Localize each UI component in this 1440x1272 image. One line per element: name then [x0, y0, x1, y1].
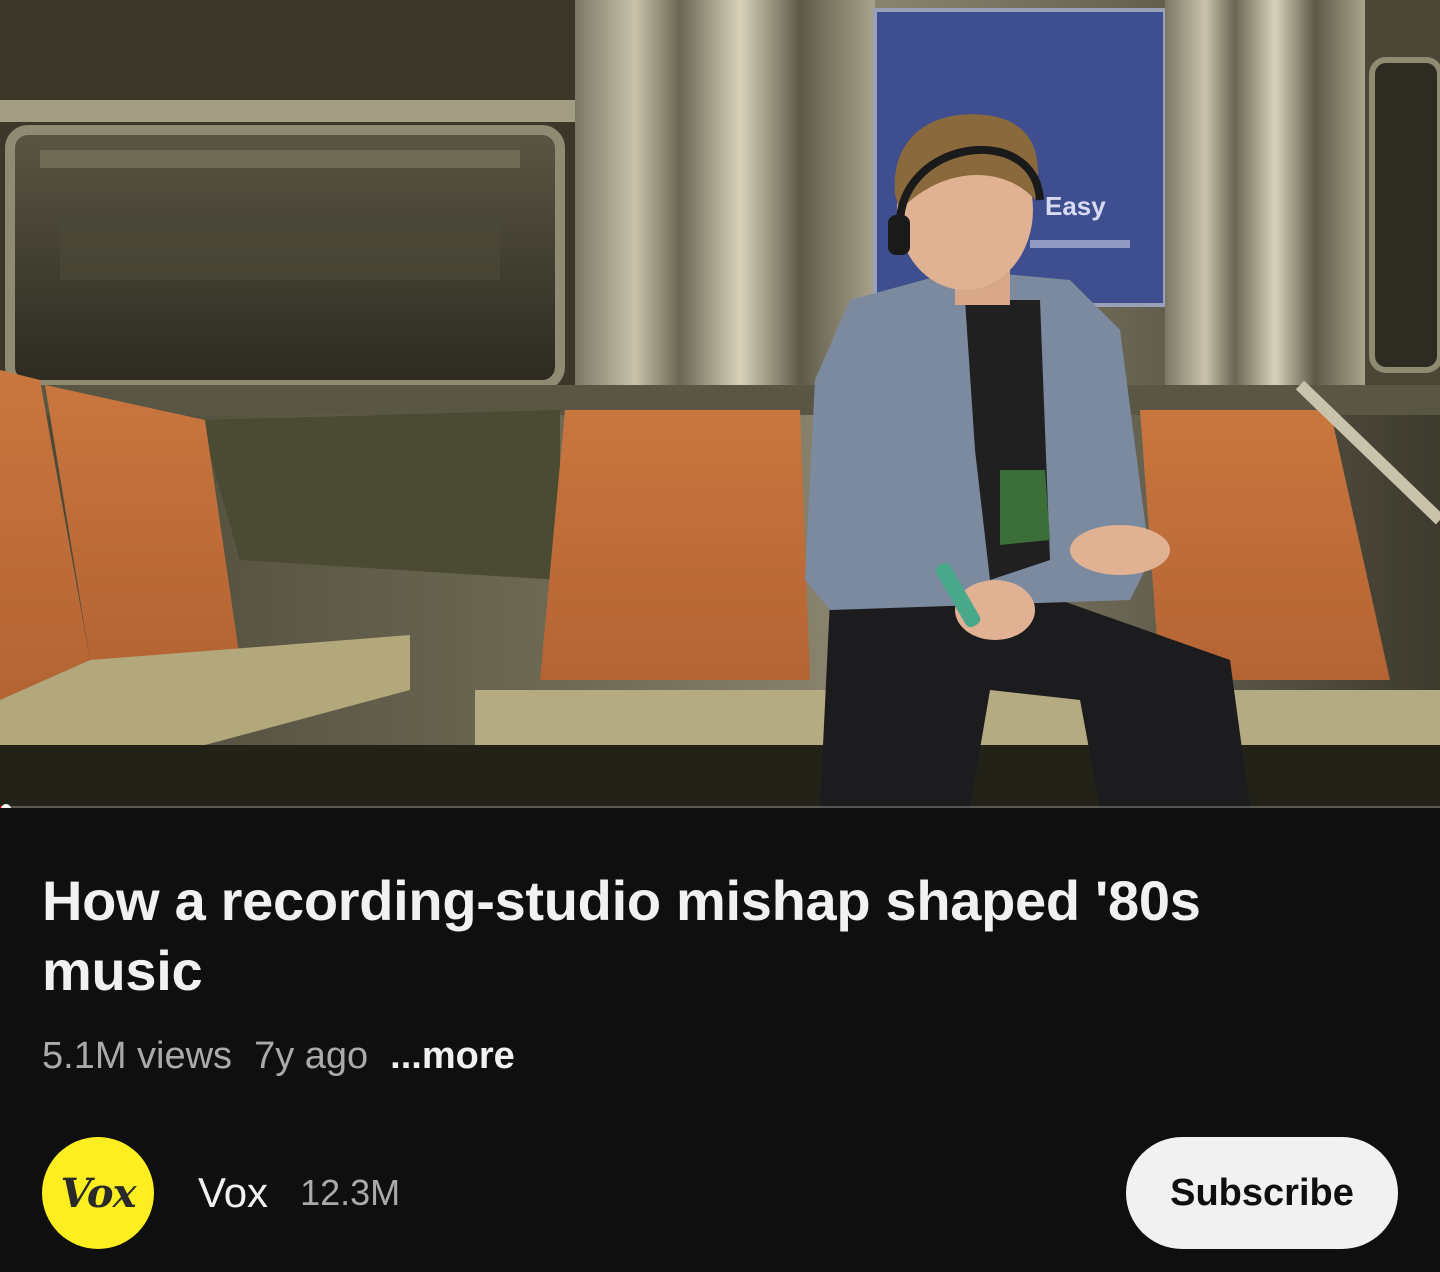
channel-row: Vox Vox 12.3M Subscribe — [42, 1136, 1398, 1250]
upload-age: 7y ago — [254, 1034, 369, 1077]
video-player[interactable]: Easy — [0, 0, 1440, 808]
view-count: 5.1M views — [42, 1034, 233, 1077]
more-button[interactable]: ...more — [390, 1035, 515, 1078]
video-title[interactable]: How a recording-studio mishap shaped '80… — [42, 866, 1342, 1006]
progress-thumb[interactable] — [0, 804, 11, 808]
video-meta: 5.1M views 7y ago ...more — [42, 1032, 515, 1080]
video-frame: Easy — [0, 0, 1440, 808]
video-info-sheet: How a recording-studio mishap shaped '80… — [0, 814, 1440, 1272]
progress-bar[interactable] — [0, 804, 1440, 808]
channel-name[interactable]: Vox — [198, 1169, 268, 1217]
avatar-logo-text: Vox — [60, 1169, 137, 1217]
svg-text:Easy: Easy — [1045, 191, 1106, 221]
subscribe-button[interactable]: Subscribe — [1126, 1137, 1398, 1249]
channel-avatar[interactable]: Vox — [42, 1137, 154, 1249]
subscriber-count: 12.3M — [300, 1172, 401, 1213]
